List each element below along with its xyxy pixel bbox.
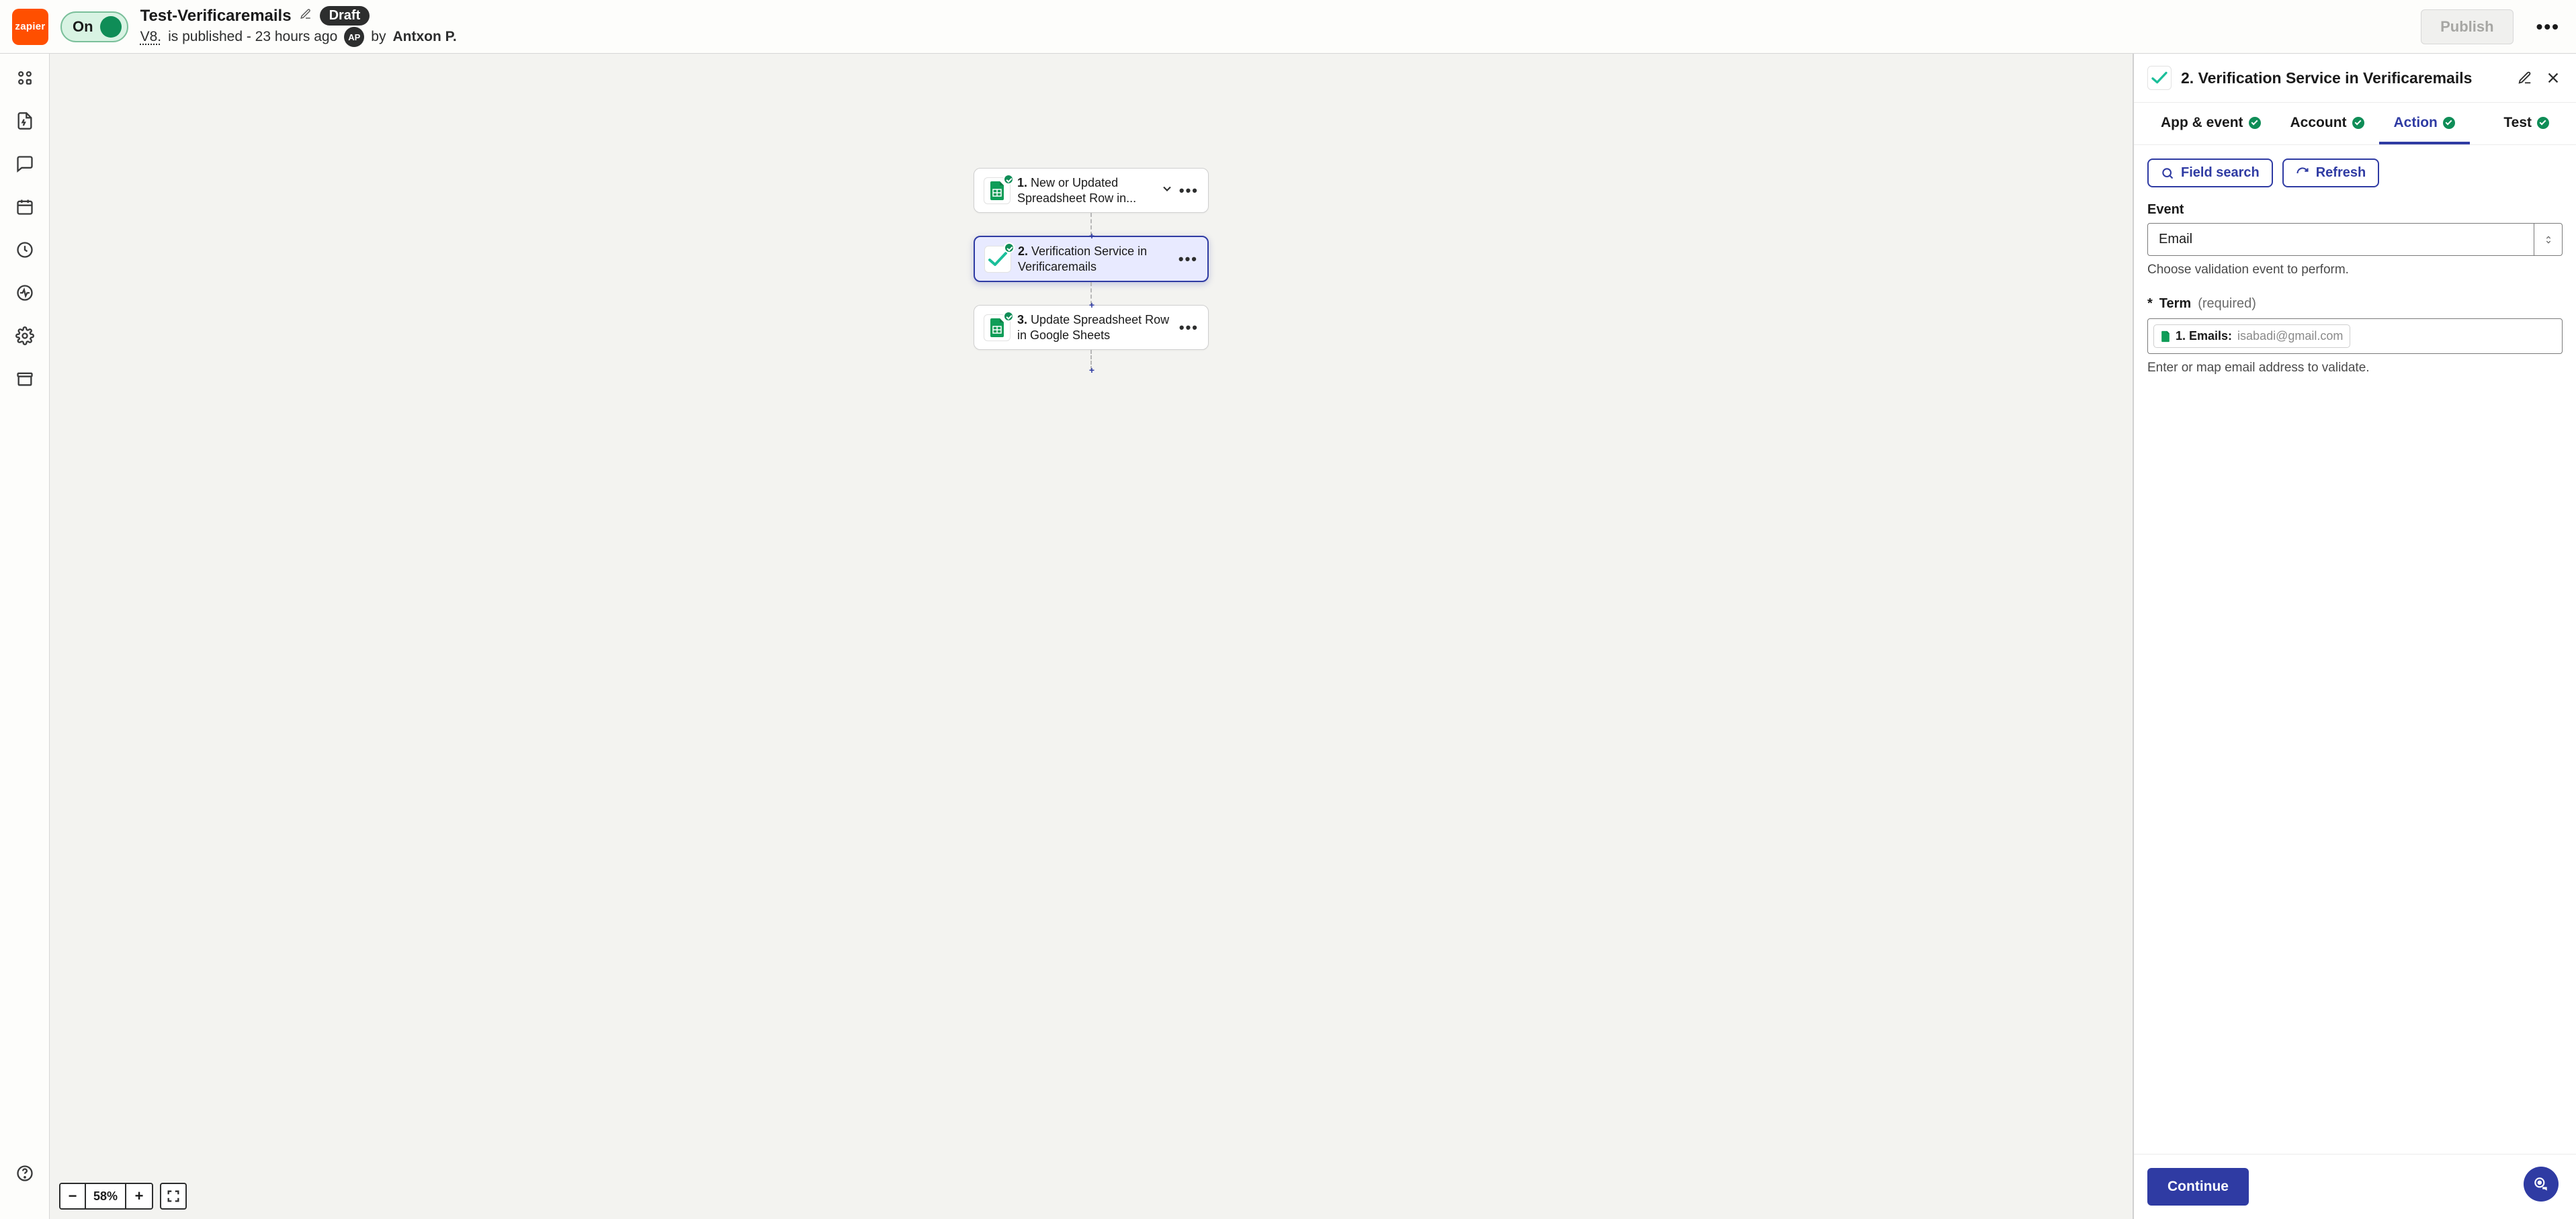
step-panel: 2. Verification Service in Verificaremai… <box>2133 54 2576 1219</box>
node-more-icon[interactable]: ••• <box>1179 182 1199 199</box>
rename-icon[interactable] <box>2516 69 2534 87</box>
term-label: * Term (required) <box>2147 296 2563 312</box>
sheets-icon <box>984 177 1011 204</box>
check-app-icon <box>984 246 1011 273</box>
panel-footer: Continue <box>2134 1154 2576 1219</box>
term-hint: Enter or map email address to validate. <box>2147 361 2563 375</box>
zoom-value: 58% <box>86 1184 126 1208</box>
event-select[interactable]: Email <box>2147 223 2563 256</box>
event-value: Email <box>2148 224 2534 255</box>
publish-button[interactable]: Publish <box>2421 9 2513 44</box>
toggle-label: On <box>73 18 93 36</box>
apps-icon[interactable] <box>15 69 34 87</box>
connector-tail: + <box>1090 350 1092 370</box>
top-bar: zapier On Test-Verificaremails Draft V8.… <box>0 0 2576 54</box>
flow: 1. New or Updated Spreadsheet Row in... … <box>974 168 1209 370</box>
node-title: 1. New or Updated Spreadsheet Row in... <box>1017 175 1154 206</box>
panel-body: Field search Refresh Event Email Choose … <box>2134 145 2576 1154</box>
connector: + <box>1090 282 1092 305</box>
tab-action[interactable]: Action <box>2379 103 2470 144</box>
close-icon[interactable] <box>2544 69 2563 87</box>
flow-node-3[interactable]: 3. Update Spreadsheet Row in Google Shee… <box>974 305 1209 350</box>
zoom-in-button[interactable]: + <box>126 1184 152 1208</box>
node-more-icon[interactable]: ••• <box>1179 319 1199 336</box>
editor-canvas[interactable]: 1. New or Updated Spreadsheet Row in... … <box>50 54 2133 1219</box>
zoom-out-button[interactable]: − <box>60 1184 86 1208</box>
add-step-icon[interactable]: + <box>1087 365 1097 375</box>
more-menu-icon[interactable]: ••• <box>2532 13 2564 40</box>
status-ok-icon <box>1003 311 1014 322</box>
tab-account[interactable]: Account <box>2276 103 2379 144</box>
event-hint: Choose validation event to perform. <box>2147 263 2563 277</box>
node-title: 2. Verification Service in Verificaremai… <box>1018 244 1172 274</box>
gear-icon[interactable] <box>15 326 34 345</box>
status-ok-icon <box>1004 242 1015 253</box>
event-label: Event <box>2147 202 2563 218</box>
panel-tabs: App & event Account Action Test <box>2134 103 2576 145</box>
mapped-field-token[interactable]: 1. Emails: isabadi@gmail.com <box>2153 324 2350 348</box>
zoom-tray: − 58% + <box>59 1183 187 1210</box>
draft-badge: Draft <box>320 6 370 26</box>
ok-chip-icon <box>2352 117 2364 129</box>
comment-icon[interactable] <box>15 154 34 173</box>
panel-header: 2. Verification Service in Verificaremai… <box>2134 54 2576 103</box>
version-link[interactable]: V8. <box>140 29 162 45</box>
clock-icon[interactable] <box>15 240 34 259</box>
archive-icon[interactable] <box>15 369 34 388</box>
fit-to-screen-button[interactable] <box>160 1183 187 1210</box>
help-fab[interactable] <box>2524 1167 2559 1202</box>
tab-app-event[interactable]: App & event <box>2146 103 2276 144</box>
field-search-button[interactable]: Field search <box>2147 159 2273 187</box>
node-more-icon[interactable]: ••• <box>1178 251 1198 268</box>
panel-title: 2. Verification Service in Verificaremai… <box>2181 69 2506 87</box>
zapier-logo[interactable]: zapier <box>12 9 48 45</box>
author-avatar: AP <box>344 27 364 47</box>
main: 1. New or Updated Spreadsheet Row in... … <box>0 54 2576 1219</box>
zap-on-toggle[interactable]: On <box>60 11 128 42</box>
add-step-icon[interactable]: + <box>1087 231 1097 240</box>
ok-chip-icon <box>2537 117 2549 129</box>
continue-button[interactable]: Continue <box>2147 1168 2249 1206</box>
zap-title: Test-Verificaremails <box>140 7 292 26</box>
title-block: Test-Verificaremails Draft V8. is publis… <box>140 6 1269 47</box>
help-icon[interactable] <box>15 1164 34 1183</box>
sheets-icon <box>984 314 1011 341</box>
tab-test[interactable]: Test <box>2489 103 2564 144</box>
by-label: by <box>371 29 386 45</box>
add-step-icon[interactable]: + <box>1087 300 1097 310</box>
term-input[interactable]: 1. Emails: isabadi@gmail.com <box>2147 318 2563 354</box>
toggle-knob-icon <box>100 16 122 38</box>
pencil-icon[interactable] <box>300 8 312 24</box>
publish-status: is published - 23 hours ago <box>168 29 337 45</box>
left-rail <box>0 54 50 1219</box>
select-handle-icon <box>2534 224 2562 255</box>
chevron-down-icon[interactable] <box>1160 182 1174 199</box>
run-icon[interactable] <box>15 111 34 130</box>
ok-chip-icon <box>2249 117 2261 129</box>
connector: + <box>1090 213 1092 236</box>
refresh-button[interactable]: Refresh <box>2282 159 2379 187</box>
calendar-icon[interactable] <box>15 197 34 216</box>
flow-node-2[interactable]: 2. Verification Service in Verificaremai… <box>974 236 1209 282</box>
status-ok-icon <box>1003 174 1014 185</box>
activity-icon[interactable] <box>15 283 34 302</box>
node-title: 3. Update Spreadsheet Row in Google Shee… <box>1017 312 1172 343</box>
author-name: Antxon P. <box>392 29 456 45</box>
ok-chip-icon <box>2443 117 2455 129</box>
check-app-icon <box>2147 66 2172 90</box>
flow-node-1[interactable]: 1. New or Updated Spreadsheet Row in... … <box>974 168 1209 213</box>
